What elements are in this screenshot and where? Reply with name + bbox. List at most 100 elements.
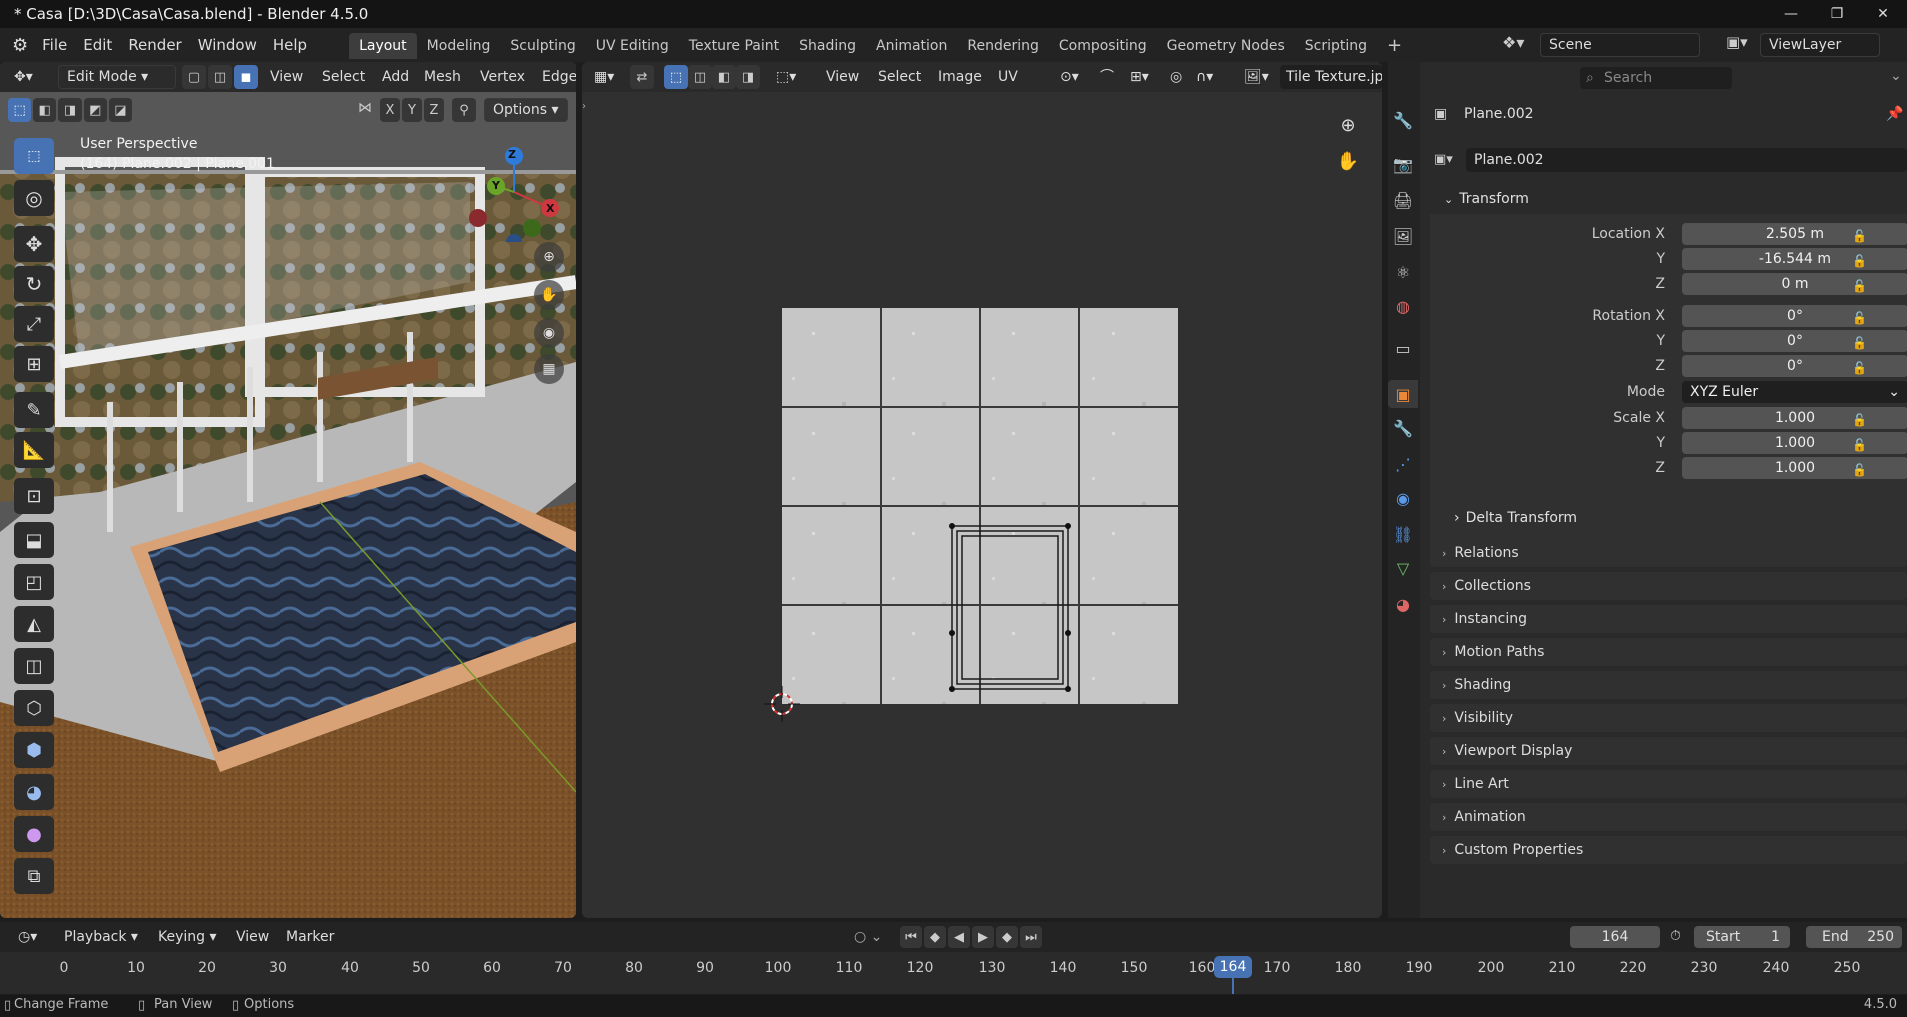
menu-help[interactable]: Help	[265, 28, 315, 62]
viewport-menu-edge[interactable]: Edge	[534, 62, 576, 92]
transform-panel-header[interactable]: ⌄ Transform	[1430, 184, 1907, 214]
menu-window[interactable]: Window	[190, 28, 265, 62]
tab-animation[interactable]: Animation	[866, 33, 957, 59]
knife-tool[interactable]: ⬡	[14, 690, 54, 726]
rotation-mode-dropdown[interactable]: XYZ Euler ⌄	[1682, 381, 1907, 403]
scene-selector[interactable]: Scene	[1540, 33, 1700, 57]
delta-transform-subpanel[interactable]: › Delta Transform	[1442, 504, 1897, 532]
close-button[interactable]: ✕	[1860, 0, 1906, 28]
auto-merge-icon[interactable]: ⚲	[452, 98, 476, 122]
auto-keying-icon[interactable]: ○ ⌄	[846, 922, 890, 952]
play-icon[interactable]: ▶	[972, 926, 994, 948]
rotation-x-field[interactable]: 0°	[1682, 305, 1907, 327]
viewport-menu-mesh[interactable]: Mesh	[416, 62, 469, 92]
modifier-properties-icon[interactable]: 🔧	[1388, 414, 1418, 442]
panel-motion-paths[interactable]: › Motion Paths	[1430, 638, 1907, 666]
poly-build-tool[interactable]: ⬢	[14, 732, 54, 768]
transform-lock-icons[interactable]: 🔓 🔓 🔓	[1852, 224, 1867, 299]
view-layer-icon[interactable]: ▣▾	[1726, 33, 1748, 51]
object-name-field[interactable]: Plane.002	[1466, 148, 1907, 172]
data-properties-icon[interactable]: ▽	[1388, 554, 1418, 582]
vertex-select-icon[interactable]: ▢	[182, 65, 206, 89]
scene-properties-icon[interactable]: ⚛	[1388, 258, 1418, 286]
scale-y-field[interactable]: 1.000	[1682, 432, 1907, 454]
physics-properties-icon[interactable]: ◉	[1388, 484, 1418, 512]
properties-editor-type-icon[interactable]: ▤▾	[1420, 62, 1424, 92]
pin-icon[interactable]: 📌	[1886, 106, 1903, 122]
add-cube-tool[interactable]: ⊡	[14, 478, 54, 514]
rotation-lock-icons[interactable]: 🔓 🔓 🔓	[1852, 306, 1867, 381]
rotate-tool[interactable]: ↻	[14, 266, 54, 302]
cursor-tool[interactable]: ◎	[14, 180, 54, 216]
3d-viewport[interactable]: ✥▾ Edit Mode ▾ ▢ ◫ ◼ View Select Add Mes…	[0, 62, 576, 918]
panel-collections[interactable]: › Collections	[1430, 572, 1907, 600]
tab-geometry-nodes[interactable]: Geometry Nodes	[1157, 33, 1295, 59]
location-z-field[interactable]: 0 m	[1682, 273, 1907, 295]
start-frame-field[interactable]: Start 1	[1694, 926, 1790, 948]
shear-tool[interactable]: ⧉	[14, 858, 54, 894]
menu-file[interactable]: File	[34, 28, 75, 62]
face-select-icon[interactable]: ◼	[234, 65, 258, 89]
output-properties-icon[interactable]: 🖨	[1388, 186, 1418, 214]
scene-icon[interactable]: ❖▾	[1502, 33, 1538, 57]
rotation-y-field[interactable]: 0°	[1682, 330, 1907, 352]
pan-hand-icon[interactable]: ✋	[534, 280, 564, 310]
panel-viewport-display[interactable]: › Viewport Display	[1430, 737, 1907, 765]
move-tool[interactable]: ✥	[14, 226, 54, 262]
panel-custom-properties[interactable]: › Custom Properties	[1430, 836, 1907, 864]
loop-cut-tool[interactable]: ◫	[14, 648, 54, 684]
tab-shading[interactable]: Shading	[789, 33, 866, 59]
mirror-y-toggle[interactable]: Y	[402, 98, 422, 122]
select-intersect-icon[interactable]: ◪	[108, 98, 133, 122]
scale-z-field[interactable]: 1.000	[1682, 457, 1907, 479]
world-properties-icon[interactable]: ◍	[1388, 292, 1418, 320]
scale-tool[interactable]: ⤢	[14, 306, 54, 342]
tab-modeling[interactable]: Modeling	[417, 33, 501, 59]
tab-texture-paint[interactable]: Texture Paint	[679, 33, 789, 59]
viewport-menu-select[interactable]: Select	[314, 62, 373, 92]
current-frame-field[interactable]: 164	[1570, 926, 1660, 948]
uv-canvas[interactable]	[582, 62, 1382, 918]
add-workspace-button[interactable]: +	[1377, 33, 1412, 59]
timeline-editor-type-icon[interactable]: ◷▾	[10, 922, 45, 952]
viewport-menu-view[interactable]: View	[262, 62, 311, 92]
playhead-frame-indicator[interactable]: 164	[1214, 956, 1252, 978]
menu-edit[interactable]: Edit	[75, 28, 120, 62]
viewport-menu-vertex[interactable]: Vertex	[472, 62, 533, 92]
panel-animation[interactable]: › Animation	[1430, 803, 1907, 831]
camera-view-icon[interactable]: ◉	[534, 318, 564, 348]
object-browse-icon[interactable]: ▣▾	[1434, 148, 1466, 172]
scale-lock-icons[interactable]: 🔓 🔓 🔓	[1852, 408, 1867, 483]
select-extend-icon[interactable]: ◧	[33, 98, 57, 122]
tab-sculpting[interactable]: Sculpting	[500, 33, 585, 59]
panel-shading[interactable]: › Shading	[1430, 671, 1907, 699]
jump-start-icon[interactable]: ⏮	[900, 926, 922, 948]
tab-layout[interactable]: Layout	[349, 33, 417, 59]
mirror-z-toggle[interactable]: Z	[424, 98, 444, 122]
extrude-tool[interactable]: ⬓	[14, 522, 54, 558]
mirror-x-toggle[interactable]: X	[380, 98, 400, 122]
options-dropdown[interactable]: Options ▾	[484, 98, 568, 122]
transform-tool[interactable]: ⊞	[14, 346, 54, 382]
smooth-tool[interactable]: ●	[14, 816, 54, 852]
panel-visibility[interactable]: › Visibility	[1430, 704, 1907, 732]
navigation-gizmo[interactable]	[466, 142, 576, 242]
timeline-menu-keying[interactable]: Keying ▾	[150, 922, 225, 952]
next-keyframe-icon[interactable]: ◆	[996, 926, 1018, 948]
menu-render[interactable]: Render	[120, 28, 189, 62]
blender-logo-icon[interactable]: ⚙	[12, 35, 28, 56]
tab-scripting[interactable]: Scripting	[1295, 33, 1377, 59]
panel-instancing[interactable]: › Instancing	[1430, 605, 1907, 633]
timeline-menu-marker[interactable]: Marker	[278, 922, 342, 952]
mode-dropdown[interactable]: Edit Mode ▾	[58, 65, 176, 89]
bevel-tool[interactable]: ◭	[14, 606, 54, 642]
select-subtract-icon[interactable]: ◨	[58, 98, 82, 122]
timeline-menu-playback[interactable]: Playback ▾	[56, 922, 146, 952]
annotate-tool[interactable]: ✎	[14, 392, 54, 428]
inset-tool[interactable]: ◰	[14, 564, 54, 600]
panel-relations[interactable]: › Relations	[1430, 539, 1907, 567]
select-invert-icon[interactable]: ◩	[83, 98, 107, 122]
location-x-field[interactable]: 2.505 m	[1682, 223, 1907, 245]
zoom-icon[interactable]: ⊕	[534, 242, 564, 272]
prev-keyframe-icon[interactable]: ◆	[924, 926, 946, 948]
